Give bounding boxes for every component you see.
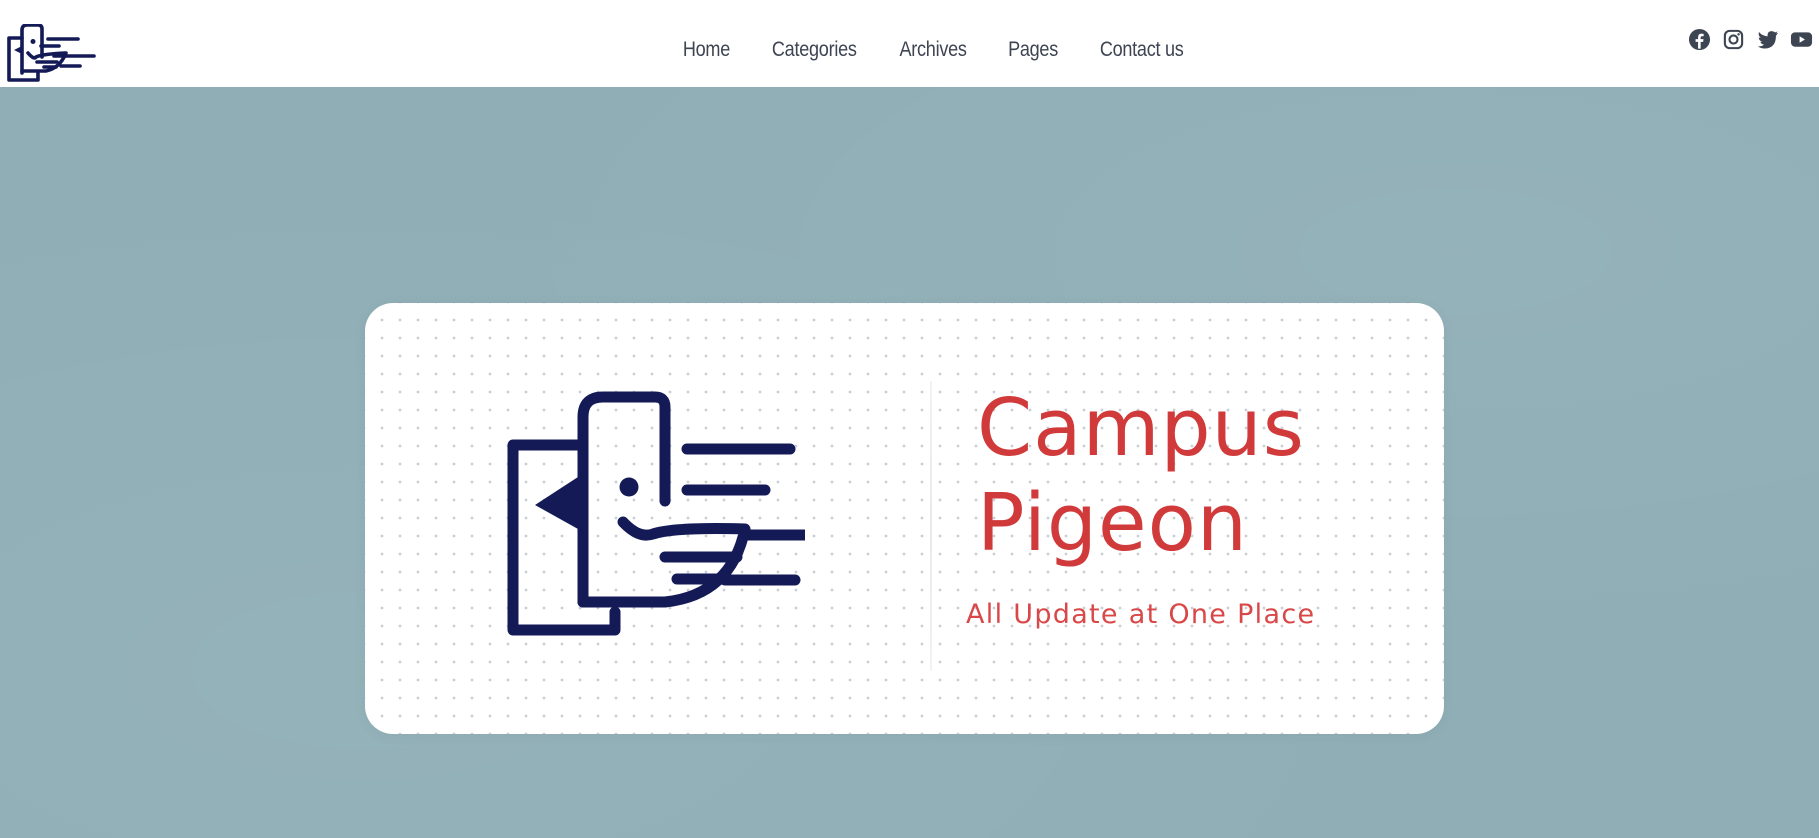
page: Home Categories Archives Pages Contact u…	[0, 0, 1819, 838]
social-links	[1688, 28, 1813, 51]
youtube-icon[interactable]	[1790, 28, 1813, 51]
campus-pigeon-logo-icon	[507, 391, 805, 636]
nav-pages-link[interactable]: Pages	[1008, 38, 1058, 62]
banner-card: Campus Pigeon All Update at One Place	[365, 303, 1444, 734]
twitter-icon[interactable]	[1756, 28, 1779, 51]
main-nav: Home Categories Archives Pages Contact u…	[0, 0, 1819, 87]
header-logo[interactable]	[6, 24, 106, 82]
site-header: Home Categories Archives Pages Contact u…	[0, 0, 1819, 87]
campus-pigeon-logo-icon	[7, 24, 96, 82]
brand-name-line-2: Pigeon	[977, 477, 1249, 569]
facebook-icon[interactable]	[1688, 28, 1711, 51]
nav-categories-link[interactable]: Categories	[772, 38, 857, 62]
instagram-icon[interactable]	[1722, 28, 1745, 51]
banner-divider	[930, 381, 932, 671]
banner-logo	[505, 389, 805, 639]
nav-archives-link[interactable]: Archives	[900, 38, 967, 62]
brand-name: Campus Pigeon	[977, 381, 1305, 571]
brand-tagline: All Update at One Place	[966, 599, 1316, 630]
brand-name-line-1: Campus	[977, 382, 1305, 474]
nav-contact-us-link[interactable]: Contact us	[1099, 38, 1183, 62]
nav-home-link[interactable]: Home	[683, 38, 730, 62]
